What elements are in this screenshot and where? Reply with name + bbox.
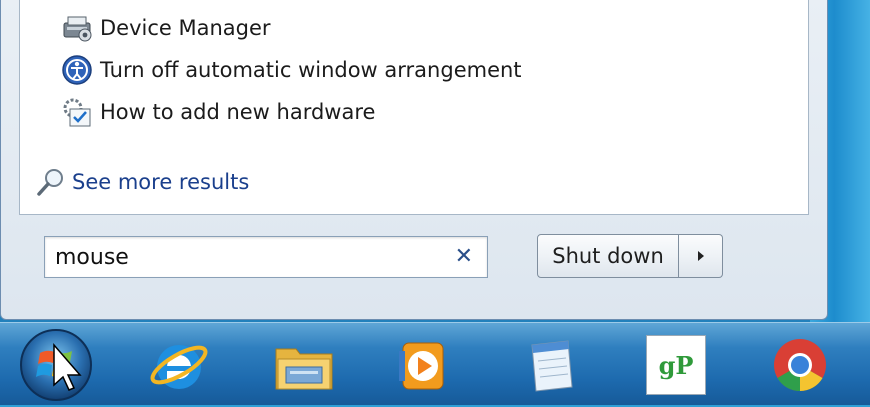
taskbar-windows-explorer[interactable]	[268, 329, 340, 401]
result-item-add-hardware[interactable]: How to add new hardware	[60, 95, 375, 129]
result-label: Turn off automatic window arrangement	[100, 58, 522, 82]
close-icon[interactable]: ✕	[455, 245, 473, 269]
result-label: Device Manager	[100, 16, 271, 40]
result-item-device-manager[interactable]: Device Manager	[60, 11, 271, 45]
taskbar-gp-app[interactable]: gP	[640, 329, 712, 401]
notepad-icon	[531, 340, 573, 392]
result-item-window-arrangement[interactable]: Turn off automatic window arrangement	[60, 53, 522, 87]
taskbar-notepad[interactable]	[514, 329, 586, 401]
see-more-results-link[interactable]: See more results	[34, 165, 249, 199]
ease-of-access-icon	[60, 53, 94, 87]
shutdown-button[interactable]: Shut down	[537, 234, 679, 278]
gp-app-label: gP	[658, 350, 694, 380]
start-button[interactable]	[18, 327, 94, 403]
search-icon	[34, 165, 68, 199]
device-manager-icon	[60, 11, 94, 45]
taskbar-chrome[interactable]	[764, 329, 836, 401]
start-menu: Device Manager Turn off automatic window…	[0, 0, 828, 320]
internet-explorer-icon	[150, 345, 208, 389]
taskbar-internet-explorer[interactable]	[143, 329, 215, 401]
chevron-right-icon	[696, 247, 706, 266]
search-box[interactable]: ✕	[44, 236, 488, 278]
chrome-icon	[774, 339, 826, 391]
shutdown-group: Shut down	[537, 234, 723, 278]
help-hardware-icon	[60, 95, 94, 129]
folder-icon	[275, 348, 333, 390]
shutdown-options-button[interactable]	[679, 234, 723, 278]
result-label: How to add new hardware	[100, 100, 376, 124]
windows-orb-icon	[20, 329, 92, 401]
see-more-label: See more results	[72, 170, 250, 194]
media-player-icon	[399, 342, 444, 390]
taskbar: gP	[0, 322, 870, 405]
taskbar-media-player[interactable]	[385, 329, 457, 401]
search-results-pane: Device Manager Turn off automatic window…	[19, 0, 809, 215]
start-menu-lower-pane: ✕ Shut down	[19, 216, 809, 304]
gp-app-icon: gP	[646, 335, 706, 395]
search-input[interactable]	[55, 244, 435, 270]
